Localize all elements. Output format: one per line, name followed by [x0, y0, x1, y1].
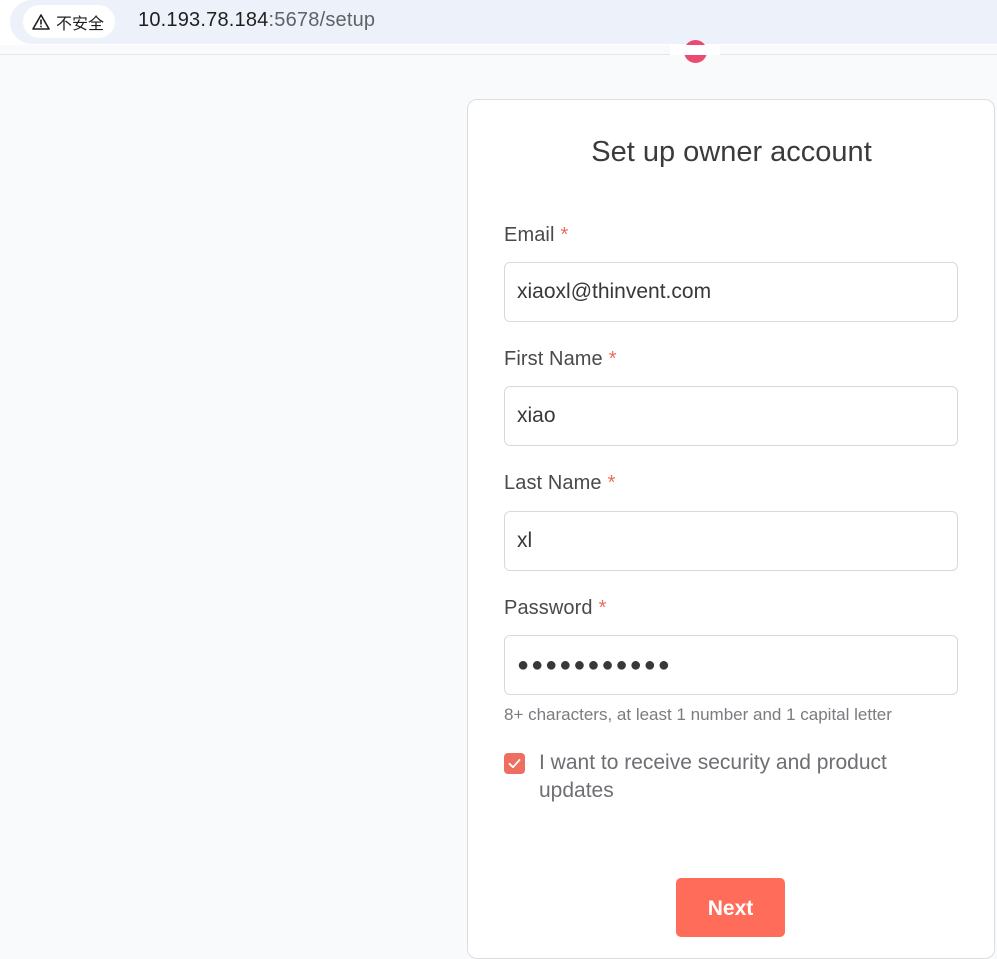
email-field[interactable]: xiaoxl@thinvent.com	[504, 262, 958, 322]
last-name-label-text: Last Name	[504, 472, 602, 494]
email-label-text: Email	[504, 224, 555, 246]
address-bar[interactable]: 不安全 10.193.78.184:5678/setup	[10, 0, 997, 44]
page-title: Set up owner account	[0, 136, 996, 169]
logo-clip	[670, 45, 720, 55]
updates-checkbox-label[interactable]: I want to receive security and product u…	[539, 749, 939, 805]
email-label: Email *	[504, 224, 568, 247]
required-marker: *	[598, 597, 607, 619]
check-icon	[504, 753, 525, 774]
required-marker: *	[607, 472, 616, 494]
password-field[interactable]: ●●●●●●●●●●●	[504, 635, 958, 695]
first-name-label-text: First Name	[504, 348, 603, 370]
url-text[interactable]: 10.193.78.184:5678/setup	[138, 9, 375, 32]
toolbar-divider	[0, 54, 997, 55]
password-label: Password *	[504, 597, 607, 620]
password-hint: 8+ characters, at least 1 number and 1 c…	[504, 705, 892, 724]
last-name-label: Last Name *	[504, 472, 616, 495]
first-name-label: First Name *	[504, 348, 617, 371]
warning-icon	[32, 13, 50, 30]
password-label-text: Password	[504, 597, 593, 619]
browser-toolbar: 不安全 10.193.78.184:5678/setup	[0, 0, 997, 45]
security-label: 不安全	[56, 15, 105, 33]
required-marker: *	[560, 224, 569, 246]
first-name-field[interactable]: xiao	[504, 386, 958, 446]
page-title-text: Set up owner account	[591, 136, 872, 168]
required-marker: *	[608, 348, 617, 370]
url-host: 10.193.78.184	[138, 9, 269, 31]
updates-checkbox[interactable]	[504, 753, 525, 774]
security-indicator[interactable]: 不安全	[23, 5, 116, 38]
last-name-field[interactable]: xl	[504, 511, 958, 571]
url-path: :5678/setup	[268, 9, 376, 31]
next-button[interactable]: Next	[676, 878, 785, 937]
